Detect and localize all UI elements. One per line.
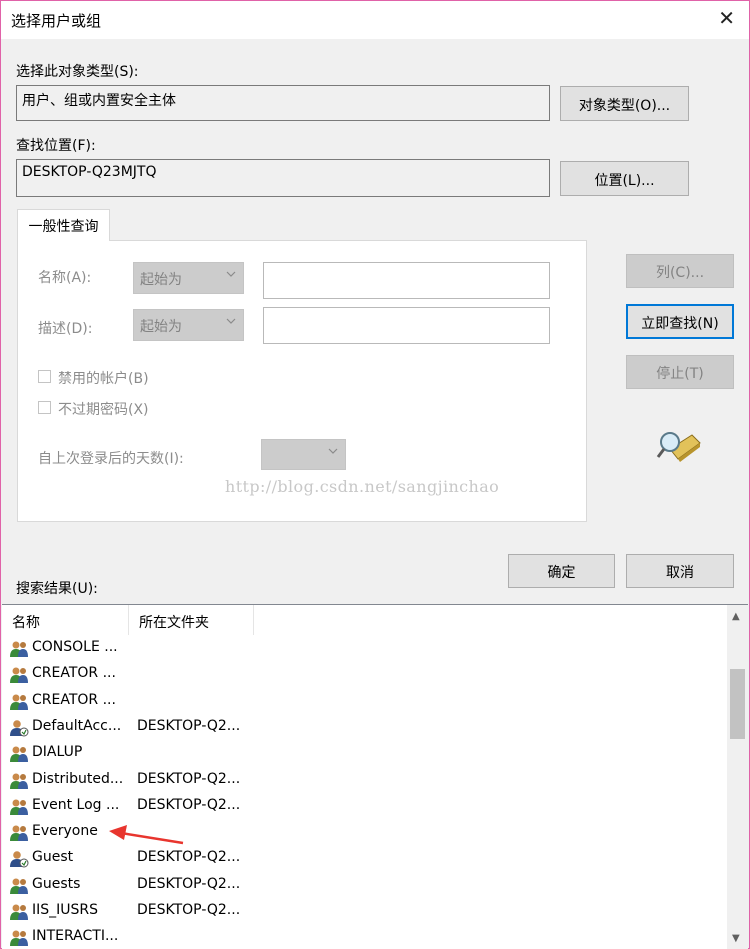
chevron-down-icon	[226, 318, 236, 324]
search-results-label: 搜索结果(U):	[16, 581, 98, 597]
row-name: CREATOR ...	[32, 691, 116, 708]
description-match-select[interactable]: 起始为	[133, 309, 244, 341]
ok-button-label: 确定	[547, 565, 576, 581]
tab-common-queries[interactable]: 一般性查询	[17, 209, 110, 241]
chevron-down-icon	[328, 448, 338, 454]
group-icon	[8, 666, 30, 684]
tab-common-queries-label: 一般性查询	[28, 219, 99, 235]
object-types-button[interactable]: 对象类型(O)...	[560, 86, 689, 121]
table-row[interactable]: CONSOLE ...	[2, 636, 726, 662]
ok-button[interactable]: 确定	[508, 554, 615, 588]
object-types-button-label: 对象类型(O)...	[578, 98, 671, 114]
table-row[interactable]: Guests DESKTOP-Q2...	[2, 873, 726, 899]
table-row[interactable]: IIS_IUSRS DESKTOP-Q2...	[2, 899, 726, 925]
columns-button-label: 列(C)...	[655, 265, 705, 281]
cancel-button[interactable]: 取消	[626, 554, 734, 588]
group-icon	[8, 877, 30, 895]
group-icon	[8, 798, 30, 816]
description-label: 描述(D):	[38, 321, 93, 337]
find-now-button-label: 立即查找(N)	[641, 316, 719, 332]
non-expiring-password-label: 不过期密码(X)	[58, 402, 149, 418]
scroll-up-icon[interactable]: ▲	[732, 611, 740, 622]
table-row[interactable]: DefaultAcc... DESKTOP-Q2...	[2, 715, 726, 741]
search-results-list[interactable]: 名称 所在文件夹 CONSOLE ... CREATOR ... CREATOR .…	[2, 604, 748, 949]
disabled-accounts-checkbox[interactable]	[38, 370, 51, 383]
non-expiring-password-checkbox[interactable]	[38, 401, 51, 414]
row-name: Event Log ...	[32, 796, 120, 813]
table-row[interactable]: DIALUP	[2, 741, 726, 767]
column-header-folder[interactable]: 所在文件夹	[129, 605, 254, 635]
cancel-button-label: 取消	[666, 565, 694, 581]
row-folder: DESKTOP-Q2...	[137, 717, 241, 734]
row-name: Everyone	[32, 823, 98, 840]
scroll-down-icon[interactable]: ▼	[732, 933, 740, 944]
column-header-folder-label: 所在文件夹	[139, 615, 209, 631]
group-icon	[8, 772, 30, 790]
stop-button[interactable]: 停止(T)	[626, 355, 734, 389]
row-name: CONSOLE ...	[32, 639, 118, 655]
stop-button-label: 停止(T)	[656, 366, 704, 382]
red-arrow-annotation-icon	[109, 825, 184, 845]
window-title: 选择用户或组	[11, 12, 102, 30]
row-name: Distributed...	[32, 770, 124, 787]
days-since-logon-label: 自上次登录后的天数(I):	[38, 451, 184, 467]
user-icon	[8, 719, 30, 737]
name-match-select[interactable]: 起始为	[133, 262, 244, 294]
table-row[interactable]: INTERACTI...	[2, 925, 726, 949]
row-name: Guest	[32, 849, 74, 866]
vertical-scrollbar[interactable]: ▲ ▼	[727, 605, 748, 949]
days-since-logon-select[interactable]	[261, 439, 346, 470]
column-header-name-label: 名称	[12, 615, 40, 631]
table-row[interactable]: CREATOR ...	[2, 662, 726, 688]
location-field: DESKTOP-Q23MJTQ	[16, 159, 550, 197]
name-match-value: 起始为	[140, 272, 182, 288]
name-input[interactable]	[263, 262, 550, 299]
chevron-down-icon	[226, 271, 236, 277]
group-icon	[8, 693, 30, 711]
locations-button[interactable]: 位置(L)...	[560, 161, 689, 196]
group-icon	[8, 745, 30, 763]
row-name: CREATOR ...	[32, 665, 116, 682]
row-name: DefaultAcc...	[32, 717, 122, 734]
row-folder: DESKTOP-Q2...	[137, 902, 241, 918]
description-input[interactable]	[263, 307, 550, 344]
object-type-field: 用户、组或内置安全主体	[16, 85, 550, 121]
object-type-label: 选择此对象类型(S):	[16, 64, 139, 80]
columns-button[interactable]: 列(C)...	[626, 254, 734, 288]
dialog-window: 选择用户或组 ✕ 选择此对象类型(S): 用户、组或内置安全主体 对象类型(O)…	[0, 0, 750, 949]
search-flashlight-icon	[656, 432, 701, 462]
row-name: IIS_IUSRS	[32, 902, 99, 918]
location-label: 查找位置(F):	[16, 138, 96, 154]
group-icon	[8, 640, 30, 658]
watermark: http://blog.csdn.net/sangjinchao	[225, 477, 500, 496]
row-name: DIALUP	[32, 744, 83, 761]
row-name: INTERACTI...	[32, 928, 119, 945]
disabled-accounts-label: 禁用的帐户(B)	[58, 371, 149, 387]
title-bar: 选择用户或组 ✕	[1, 1, 749, 39]
column-header-name[interactable]: 名称	[2, 605, 129, 635]
locations-button-label: 位置(L)...	[594, 173, 655, 189]
table-row[interactable]: CREATOR ...	[2, 689, 726, 715]
row-folder: DESKTOP-Q2...	[137, 875, 241, 892]
row-folder: DESKTOP-Q2...	[137, 770, 241, 787]
find-now-button[interactable]: 立即查找(N)	[626, 304, 734, 339]
description-match-value: 起始为	[140, 319, 182, 335]
object-type-value: 用户、组或内置安全主体	[22, 93, 176, 109]
table-row[interactable]: Distributed... DESKTOP-Q2...	[2, 768, 726, 794]
group-icon	[8, 903, 30, 921]
row-name: Guests	[32, 875, 81, 892]
name-label: 名称(A):	[38, 270, 92, 286]
close-icon[interactable]: ✕	[718, 7, 735, 29]
scrollbar-thumb[interactable]	[730, 669, 745, 739]
user-icon	[8, 850, 30, 868]
table-row[interactable]: Event Log ... DESKTOP-Q2...	[2, 794, 726, 820]
location-value: DESKTOP-Q23MJTQ	[22, 164, 157, 180]
row-folder: DESKTOP-Q2...	[137, 796, 241, 813]
group-icon	[8, 929, 30, 947]
group-icon	[8, 824, 30, 842]
